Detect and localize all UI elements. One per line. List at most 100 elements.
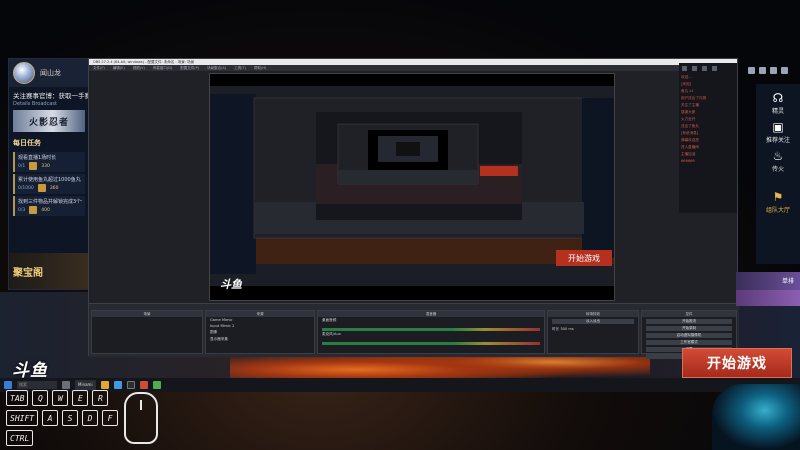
team-lobby-button[interactable]: ⚑ 组队大厅 xyxy=(766,191,790,214)
source-item[interactable]: 显示器采集 xyxy=(206,336,314,343)
nested-logo: 斗鱼 xyxy=(220,278,243,291)
right-top-icons xyxy=(736,58,800,82)
recursive-preview-svg: 开始游戏 斗鱼 xyxy=(210,74,614,300)
right-action-1-label: 推荐关注 xyxy=(765,137,790,144)
obs-menu-item[interactable]: 配置文件(P) xyxy=(180,66,199,71)
controls-dock-label: 控件 xyxy=(642,311,736,317)
event-banner[interactable]: 火影忍者 xyxy=(13,110,85,132)
control-button[interactable]: 开始推流 xyxy=(646,319,732,324)
browser-icon[interactable] xyxy=(113,381,122,389)
task-reward-row: 0/1 330 xyxy=(18,162,82,170)
avatar[interactable] xyxy=(13,62,35,84)
right-action-0[interactable]: ☊ 精灵 xyxy=(772,92,784,115)
menu-icon[interactable] xyxy=(781,66,788,74)
key-cap: SHIFT xyxy=(6,410,39,426)
obs-menu-item[interactable]: 停靠窗口(D) xyxy=(153,66,172,71)
right-action-column: ☊ 精灵 ▣ 推荐关注 ♨ 传火 ⚑ 组队大厅 xyxy=(756,84,800,264)
task-item[interactable]: 观看直播1场时长 0/1 330 xyxy=(13,152,85,172)
task-progress: 0/1000 xyxy=(18,185,34,191)
obs-icon[interactable] xyxy=(126,381,135,389)
chat-message: 欢迎... xyxy=(681,75,692,79)
control-button[interactable]: 启动虚拟摄像机 xyxy=(646,333,732,338)
notice-sub: Details Broadcast xyxy=(13,101,57,107)
taskbar-app[interactable]: Minami xyxy=(75,380,96,390)
team-lobby-label: 组队大厅 xyxy=(765,207,790,214)
coin-icon xyxy=(29,162,38,170)
folder-icon[interactable] xyxy=(100,381,109,389)
windows-taskbar: 搜索 Minami xyxy=(0,378,800,392)
task-list: 观看直播1场时长 0/1 330 累计使用鱼丸超过1000鱼丸 0/1000 3… xyxy=(9,152,89,216)
mixer-row-desktop: 桌面音频 xyxy=(322,318,337,322)
obs-preview[interactable]: 开始游戏 斗鱼 xyxy=(209,73,615,301)
scenes-dock[interactable]: 场景 xyxy=(91,310,203,354)
bag-icon[interactable] xyxy=(770,66,777,74)
notice-text[interactable]: 关注赛事官博：获取一手赛事 xyxy=(9,87,89,100)
task-item[interactable]: 累计使用鱼丸超过1000鱼丸 0/1000 360 xyxy=(13,174,85,194)
key-cap: TAB xyxy=(6,390,29,406)
task-title: 观看直播1场时长 xyxy=(18,155,57,161)
chat-message: 送出了鱼丸 xyxy=(681,124,699,128)
neon-decoration xyxy=(712,384,800,450)
right-stream-panel: ☊ 精灵 ▣ 推荐关注 ♨ 传火 ⚑ 组队大厅 xyxy=(736,58,800,306)
obs-menu-item[interactable]: 场景集合(S) xyxy=(207,66,226,71)
transition-duration[interactable]: 时长 300 ms xyxy=(548,326,638,333)
control-button[interactable]: 开始录制 xyxy=(646,326,732,331)
key-row-3: CTRL xyxy=(6,430,118,446)
solo-card[interactable]: 单排 xyxy=(736,272,800,290)
fire-icon: ♨ xyxy=(772,149,784,163)
obs-menu-item[interactable]: 帮助(H) xyxy=(254,66,266,71)
mixer-dock[interactable]: 混音器 桌面音频 麦克风/Aux xyxy=(317,310,545,354)
app-icon[interactable] xyxy=(152,381,161,389)
chat-message: [系统消息] xyxy=(681,131,699,135)
task-reward: 360 xyxy=(49,185,59,191)
key-cap: E xyxy=(72,390,89,406)
coin-icon xyxy=(37,184,46,192)
obs-title: OBS 27.2.4 (64-bit, windows) - 配置文件: 未命名… xyxy=(93,59,195,64)
start-game-button[interactable]: 开始游戏 xyxy=(682,348,792,378)
coin-icon[interactable] xyxy=(748,66,755,74)
key-cap: D xyxy=(82,410,99,426)
streamer-header: 闻山龙 xyxy=(9,59,89,87)
windows-start-icon[interactable] xyxy=(4,381,12,389)
key-cap: Q xyxy=(32,390,49,406)
key-cap: A xyxy=(42,410,59,426)
key-cap: W xyxy=(52,390,69,406)
task-reward: 330 xyxy=(41,163,50,169)
obs-menu-item[interactable]: 文件(F) xyxy=(93,66,105,71)
task-reward-row: 0/3 400 xyxy=(18,206,82,214)
mouse-overlay-icon xyxy=(124,392,158,444)
douyu-icon[interactable] xyxy=(139,381,148,389)
douyu-logo: 斗鱼 xyxy=(12,361,48,381)
treasure-store-button[interactable]: 聚宝阁 xyxy=(9,253,91,289)
right-action-1[interactable]: ▣ 推荐关注 xyxy=(766,121,790,144)
obs-menu-item[interactable]: 编辑(E) xyxy=(113,66,125,71)
key-cap: CTRL xyxy=(6,430,34,446)
key-cap: F xyxy=(102,410,119,426)
obs-chat-dock: 欢迎... [未知] 鱼丸 x1 用户送出了礼物 关注了主播 感谢大家 火力全开 送出了鱼丸 [… xyxy=(679,63,737,213)
sources-dock[interactable]: 来源 Game Mimic Input Mimic 2 图像 显示器采集 xyxy=(205,310,315,354)
headset-icon: ☊ xyxy=(772,91,784,105)
task-item[interactable]: 找到三件物品并解锁完成3个任务 0/3 400 xyxy=(13,196,85,216)
chat-message: 火力全开 xyxy=(681,117,696,121)
transitions-dock[interactable]: 转场特效 淡入淡出 时长 300 ms xyxy=(547,310,639,354)
screen-root: 闻山龙 关注赛事官博：获取一手赛事 Details Broadcast 火影忍者… xyxy=(0,0,800,450)
scenes-dock-label: 场景 xyxy=(92,311,202,317)
task-view-icon[interactable] xyxy=(62,381,70,389)
camera-icon: ▣ xyxy=(772,120,784,134)
transition-select[interactable]: 淡入淡出 xyxy=(552,319,634,324)
solo-card-label: 单排 xyxy=(781,278,794,285)
banner-text: 火影忍者 xyxy=(28,117,69,128)
task-title: 找到三件物品并解锁完成3个任务 xyxy=(18,199,82,205)
obs-menu-item[interactable]: 视图(V) xyxy=(133,66,145,71)
gift-icon[interactable] xyxy=(759,66,766,74)
chat-message: 鱼丸 x1 xyxy=(681,89,694,93)
keyboard-overlay: TAB Q W E R SHIFT A S D F CTRL xyxy=(6,390,119,450)
chat-lines: 欢迎... [未知] 鱼丸 x1 用户送出了礼物 关注了主播 感谢大家 火力全开 送出了鱼丸 [… xyxy=(679,74,737,164)
key-row-1: TAB Q W E R xyxy=(6,390,118,406)
source-item[interactable]: 图像 xyxy=(206,329,314,336)
right-action-2[interactable]: ♨ 传火 xyxy=(772,150,784,173)
chat-toolbar xyxy=(679,63,737,74)
obs-menu-item[interactable]: 工具(T) xyxy=(234,66,246,71)
taskbar-search[interactable]: 搜索 xyxy=(17,381,57,389)
control-button[interactable]: 工作室模式 xyxy=(646,340,732,345)
